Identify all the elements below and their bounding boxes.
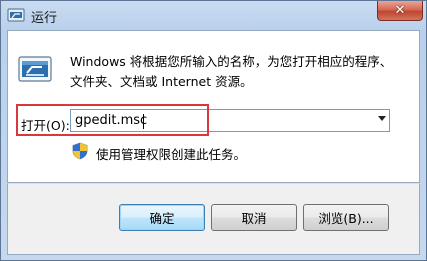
dropdown-arrow-icon[interactable] xyxy=(378,116,386,121)
close-icon: ✕ xyxy=(394,3,406,18)
cancel-button[interactable]: 取消 xyxy=(211,204,297,231)
window-title: 运行 xyxy=(31,11,58,26)
annotation-highlight-box xyxy=(16,104,209,136)
uac-shield-icon xyxy=(72,142,88,160)
title-bar[interactable]: 运行 ✕ xyxy=(1,1,426,31)
ok-button[interactable]: 确定 xyxy=(119,204,205,231)
admin-note: 使用管理权限创建此任务。 xyxy=(96,147,247,162)
close-button[interactable]: ✕ xyxy=(377,1,423,21)
run-program-icon xyxy=(18,56,52,82)
run-app-icon xyxy=(7,8,25,22)
dialog-description: Windows 将根据您所输入的名称，为您打开相应的程序、文件夹、文档或 Int… xyxy=(70,54,393,89)
browse-button[interactable]: 浏览(B)... xyxy=(303,204,389,231)
